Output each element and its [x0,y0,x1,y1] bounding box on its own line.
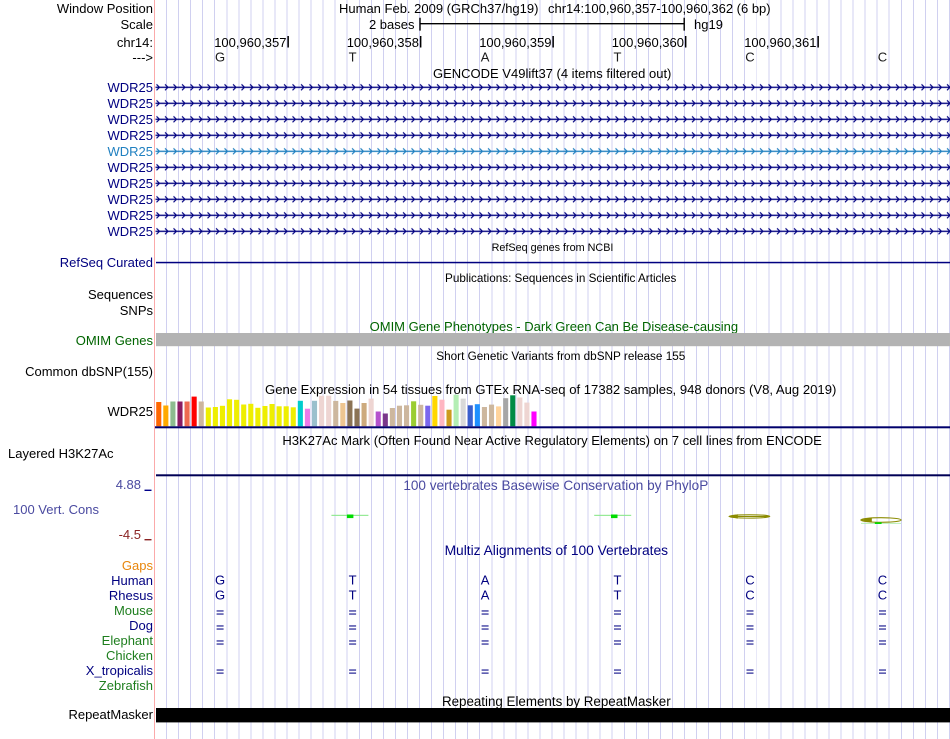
svg-text:C: C [878,572,887,587]
svg-text:A: A [481,572,490,587]
svg-text:T: T [349,572,357,587]
svg-text:C: C [878,50,887,65]
svg-text:T: T [614,572,622,587]
svg-text:T: T [349,50,357,65]
svg-text:C: C [745,572,754,587]
svg-text:A: A [481,50,490,65]
svg-text:G: G [215,587,225,602]
svg-text:A: A [481,587,490,602]
svg-text:G: G [215,572,225,587]
svg-text:C: C [745,50,754,65]
svg-text:C: C [878,587,887,602]
svg-text:C: C [745,587,754,602]
svg-text:T: T [614,50,622,65]
svg-text:G: G [215,50,225,65]
svg-text:T: T [349,587,357,602]
svg-text:T: T [614,587,622,602]
